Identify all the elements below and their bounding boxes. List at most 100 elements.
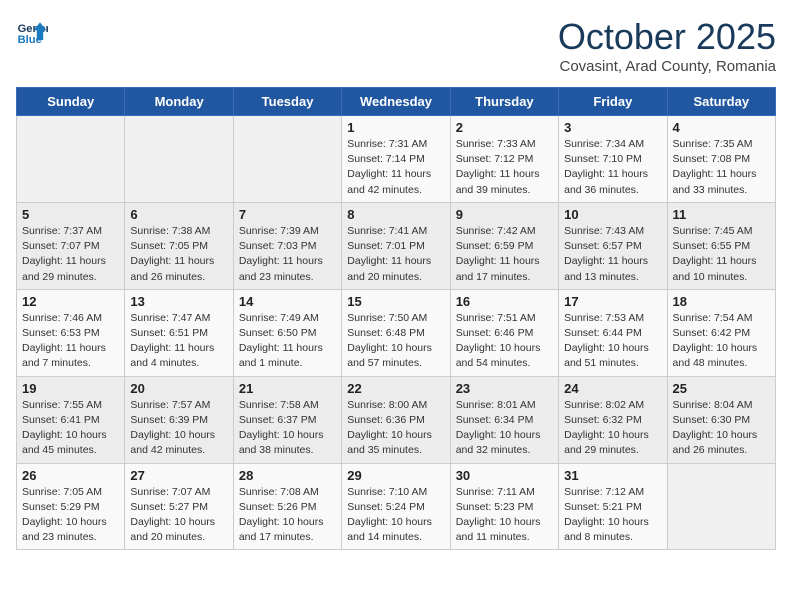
day-info: Sunrise: 7:37 AM Sunset: 7:07 PM Dayligh… — [22, 224, 119, 285]
calendar-cell: 3 Sunrise: 7:34 AM Sunset: 7:10 PM Daylig… — [559, 116, 667, 203]
day-number: 24 — [564, 381, 661, 396]
day-number: 25 — [673, 381, 770, 396]
day-info: Sunrise: 7:05 AM Sunset: 5:29 PM Dayligh… — [22, 485, 119, 546]
calendar-cell: 14Sunrise: 7:49 AM Sunset: 6:50 PM Dayli… — [233, 289, 341, 376]
calendar-cell: 13Sunrise: 7:47 AM Sunset: 6:51 PM Dayli… — [125, 289, 233, 376]
day-number: 3 — [564, 120, 661, 135]
calendar-cell — [17, 116, 125, 203]
day-info: Sunrise: 7:07 AM Sunset: 5:27 PM Dayligh… — [130, 485, 227, 546]
calendar-cell: 29 Sunrise: 7:10 AM Sunset: 5:24 PM Dayli… — [342, 463, 450, 550]
calendar-cell — [667, 463, 775, 550]
day-number: 31 — [564, 468, 661, 483]
calendar-cell: 24 Sunrise: 8:02 AM Sunset: 6:32 PM Dayli… — [559, 376, 667, 463]
calendar-cell: 12Sunrise: 7:46 AM Sunset: 6:53 PM Dayli… — [17, 289, 125, 376]
day-info: Sunrise: 7:12 AM Sunset: 5:21 PM Dayligh… — [564, 485, 661, 546]
day-info: Sunrise: 7:50 AM Sunset: 6:48 PM Dayligh… — [347, 311, 444, 372]
calendar-cell: 1 Sunrise: 7:31 AM Sunset: 7:14 PM Daylig… — [342, 116, 450, 203]
day-number: 29 — [347, 468, 444, 483]
weekday-friday: Friday — [559, 88, 667, 116]
day-info: Sunrise: 7:31 AM Sunset: 7:14 PM Dayligh… — [347, 137, 444, 198]
weekday-header-row: SundayMondayTuesdayWednesdayThursdayFrid… — [17, 88, 776, 116]
calendar-cell: 8Sunrise: 7:41 AM Sunset: 7:01 PM Daylig… — [342, 202, 450, 289]
day-info: Sunrise: 8:00 AM Sunset: 6:36 PM Dayligh… — [347, 398, 444, 459]
day-number: 6 — [130, 207, 227, 222]
day-info: Sunrise: 7:10 AM Sunset: 5:24 PM Dayligh… — [347, 485, 444, 546]
day-info: Sunrise: 8:02 AM Sunset: 6:32 PM Dayligh… — [564, 398, 661, 459]
day-info: Sunrise: 8:04 AM Sunset: 6:30 PM Dayligh… — [673, 398, 770, 459]
calendar-week-2: 5 Sunrise: 7:37 AM Sunset: 7:07 PM Daylig… — [17, 202, 776, 289]
day-number: 12 — [22, 294, 119, 309]
calendar-table: SundayMondayTuesdayWednesdayThursdayFrid… — [16, 87, 776, 550]
day-info: Sunrise: 7:58 AM Sunset: 6:37 PM Dayligh… — [239, 398, 336, 459]
weekday-sunday: Sunday — [17, 88, 125, 116]
day-number: 16 — [456, 294, 553, 309]
calendar-week-5: 26 Sunrise: 7:05 AM Sunset: 5:29 PM Dayli… — [17, 463, 776, 550]
calendar-cell: 22Sunrise: 8:00 AM Sunset: 6:36 PM Dayli… — [342, 376, 450, 463]
calendar-cell: 10 Sunrise: 7:43 AM Sunset: 6:57 PM Dayli… — [559, 202, 667, 289]
day-info: Sunrise: 7:53 AM Sunset: 6:44 PM Dayligh… — [564, 311, 661, 372]
calendar-cell: 18 Sunrise: 7:54 AM Sunset: 6:42 PM Dayli… — [667, 289, 775, 376]
day-number: 26 — [22, 468, 119, 483]
calendar-cell: 23Sunrise: 8:01 AM Sunset: 6:34 PM Dayli… — [450, 376, 558, 463]
day-info: Sunrise: 7:47 AM Sunset: 6:51 PM Dayligh… — [130, 311, 227, 372]
calendar-cell: 21 Sunrise: 7:58 AM Sunset: 6:37 PM Dayli… — [233, 376, 341, 463]
day-info: Sunrise: 7:08 AM Sunset: 5:26 PM Dayligh… — [239, 485, 336, 546]
calendar-week-1: 1 Sunrise: 7:31 AM Sunset: 7:14 PM Daylig… — [17, 116, 776, 203]
calendar-cell: 26 Sunrise: 7:05 AM Sunset: 5:29 PM Dayli… — [17, 463, 125, 550]
day-number: 5 — [22, 207, 119, 222]
calendar-cell: 7 Sunrise: 7:39 AM Sunset: 7:03 PM Daylig… — [233, 202, 341, 289]
day-number: 7 — [239, 207, 336, 222]
calendar-cell: 19Sunrise: 7:55 AM Sunset: 6:41 PM Dayli… — [17, 376, 125, 463]
calendar-cell: 17 Sunrise: 7:53 AM Sunset: 6:44 PM Dayli… — [559, 289, 667, 376]
day-info: Sunrise: 7:43 AM Sunset: 6:57 PM Dayligh… — [564, 224, 661, 285]
day-info: Sunrise: 7:34 AM Sunset: 7:10 PM Dayligh… — [564, 137, 661, 198]
day-info: Sunrise: 7:42 AM Sunset: 6:59 PM Dayligh… — [456, 224, 553, 285]
day-info: Sunrise: 7:55 AM Sunset: 6:41 PM Dayligh… — [22, 398, 119, 459]
day-number: 20 — [130, 381, 227, 396]
logo: General Blue — [16, 16, 48, 48]
calendar-cell: 25 Sunrise: 8:04 AM Sunset: 6:30 PM Dayli… — [667, 376, 775, 463]
day-number: 14 — [239, 294, 336, 309]
day-number: 9 — [456, 207, 553, 222]
day-number: 8 — [347, 207, 444, 222]
day-info: Sunrise: 7:35 AM Sunset: 7:08 PM Dayligh… — [673, 137, 770, 198]
calendar-week-3: 12Sunrise: 7:46 AM Sunset: 6:53 PM Dayli… — [17, 289, 776, 376]
day-number: 18 — [673, 294, 770, 309]
day-number: 10 — [564, 207, 661, 222]
day-number: 23 — [456, 381, 553, 396]
day-info: Sunrise: 7:57 AM Sunset: 6:39 PM Dayligh… — [130, 398, 227, 459]
calendar-cell: 9 Sunrise: 7:42 AM Sunset: 6:59 PM Daylig… — [450, 202, 558, 289]
day-number: 4 — [673, 120, 770, 135]
logo-icon: General Blue — [16, 16, 48, 48]
weekday-wednesday: Wednesday — [342, 88, 450, 116]
day-number: 28 — [239, 468, 336, 483]
calendar-cell: 31 Sunrise: 7:12 AM Sunset: 5:21 PM Dayli… — [559, 463, 667, 550]
calendar-cell: 28 Sunrise: 7:08 AM Sunset: 5:26 PM Dayli… — [233, 463, 341, 550]
title-area: October 2025 Covasint, Arad County, Roma… — [558, 16, 776, 75]
calendar-cell: 27Sunrise: 7:07 AM Sunset: 5:27 PM Dayli… — [125, 463, 233, 550]
day-number: 2 — [456, 120, 553, 135]
day-number: 30 — [456, 468, 553, 483]
calendar-cell — [125, 116, 233, 203]
day-info: Sunrise: 7:39 AM Sunset: 7:03 PM Dayligh… — [239, 224, 336, 285]
weekday-saturday: Saturday — [667, 88, 775, 116]
calendar-cell: 11 Sunrise: 7:45 AM Sunset: 6:55 PM Dayli… — [667, 202, 775, 289]
day-info: Sunrise: 7:33 AM Sunset: 7:12 PM Dayligh… — [456, 137, 553, 198]
day-number: 21 — [239, 381, 336, 396]
day-number: 11 — [673, 207, 770, 222]
calendar-cell: 4 Sunrise: 7:35 AM Sunset: 7:08 PM Daylig… — [667, 116, 775, 203]
day-info: Sunrise: 7:45 AM Sunset: 6:55 PM Dayligh… — [673, 224, 770, 285]
calendar-cell: 5 Sunrise: 7:37 AM Sunset: 7:07 PM Daylig… — [17, 202, 125, 289]
calendar-cell: 30Sunrise: 7:11 AM Sunset: 5:23 PM Dayli… — [450, 463, 558, 550]
day-info: Sunrise: 7:38 AM Sunset: 7:05 PM Dayligh… — [130, 224, 227, 285]
location-subtitle: Covasint, Arad County, Romania — [558, 58, 776, 75]
day-info: Sunrise: 7:54 AM Sunset: 6:42 PM Dayligh… — [673, 311, 770, 372]
calendar-body: 1 Sunrise: 7:31 AM Sunset: 7:14 PM Daylig… — [17, 116, 776, 550]
day-number: 15 — [347, 294, 444, 309]
day-number: 1 — [347, 120, 444, 135]
day-info: Sunrise: 7:51 AM Sunset: 6:46 PM Dayligh… — [456, 311, 553, 372]
calendar-cell: 15 Sunrise: 7:50 AM Sunset: 6:48 PM Dayli… — [342, 289, 450, 376]
day-number: 17 — [564, 294, 661, 309]
page-header: General Blue October 2025 Covasint, Arad… — [16, 16, 776, 75]
month-title: October 2025 — [558, 16, 776, 58]
